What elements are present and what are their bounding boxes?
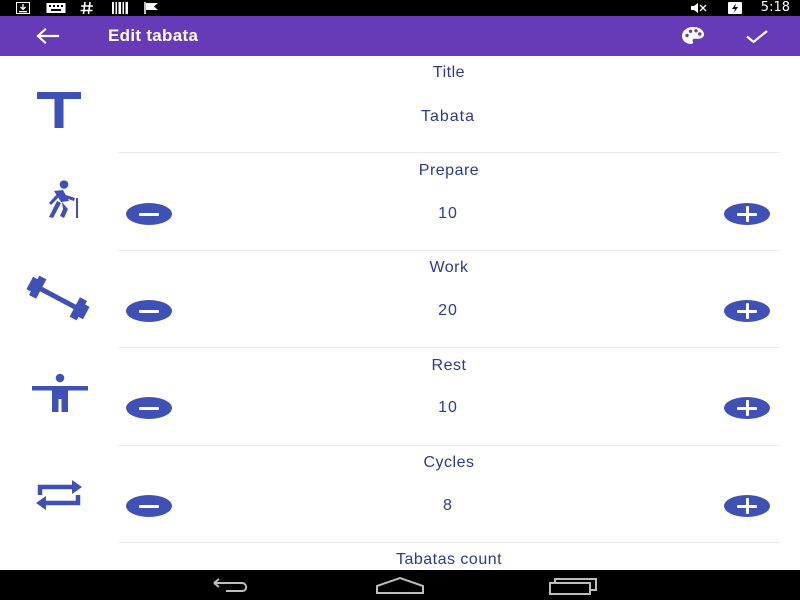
- page-title: Edit tabata: [108, 26, 199, 45]
- repeat-icon: [36, 480, 82, 510]
- rest-value: 10: [438, 399, 458, 416]
- theme-color-button[interactable]: [678, 24, 708, 48]
- plus-icon-vertical: [745, 498, 749, 514]
- cycles-label: Cycles: [423, 454, 475, 471]
- rest-decrease-button[interactable]: [126, 397, 172, 419]
- mute-icon: [691, 3, 707, 13]
- minus-icon: [139, 212, 159, 216]
- prepare-decrease-button[interactable]: [126, 203, 172, 225]
- plus-icon-vertical: [745, 206, 749, 222]
- title-input[interactable]: Tabata: [300, 108, 596, 126]
- download-icon: [16, 2, 30, 14]
- divider: [118, 542, 780, 543]
- back-arrow-icon: [36, 27, 60, 45]
- title-label: Title: [432, 64, 466, 81]
- edit-form: Title Tabata Prepare 10 Work 20 Rest 10 …: [0, 56, 800, 570]
- prepare-label: Prepare: [418, 162, 480, 179]
- system-nav-bar: [0, 570, 800, 600]
- plus-icon-vertical: [745, 400, 749, 416]
- app-bar: Edit tabata: [0, 16, 800, 56]
- home-nav-icon[interactable]: [374, 574, 426, 596]
- rest-label: Rest: [431, 357, 467, 374]
- cycles-value: 8: [443, 497, 453, 514]
- keyboard-icon: [46, 3, 66, 13]
- tabatas-count-label: Tabatas count: [395, 551, 503, 568]
- status-bar: 5:18: [0, 0, 800, 16]
- divider: [118, 347, 780, 348]
- minus-icon: [139, 504, 159, 508]
- divider: [118, 250, 780, 251]
- work-decrease-button[interactable]: [126, 300, 172, 322]
- cycles-increase-button[interactable]: [724, 495, 770, 517]
- recents-nav-icon[interactable]: [546, 574, 600, 596]
- divider: [118, 445, 780, 446]
- palette-icon: [682, 27, 704, 44]
- work-value: 20: [438, 302, 458, 319]
- minus-icon: [139, 406, 159, 410]
- rest-increase-button[interactable]: [724, 397, 770, 419]
- save-button[interactable]: [740, 24, 774, 48]
- work-label: Work: [429, 259, 469, 276]
- work-increase-button[interactable]: [724, 300, 770, 322]
- title-t-icon: [37, 92, 81, 128]
- dumbbell-icon: [26, 275, 90, 321]
- checkmark-icon: [746, 30, 768, 44]
- minus-icon: [139, 309, 159, 313]
- prepare-value: 10: [438, 205, 458, 222]
- back-nav-icon[interactable]: [204, 574, 254, 596]
- battery-charging-icon: [728, 2, 742, 14]
- prepare-increase-button[interactable]: [724, 203, 770, 225]
- cycles-decrease-button[interactable]: [126, 495, 172, 517]
- back-button[interactable]: [28, 22, 68, 50]
- walking-person-icon: [49, 180, 78, 218]
- divider: [118, 152, 780, 153]
- standing-person-icon: [32, 373, 88, 412]
- plus-icon-vertical: [745, 303, 749, 319]
- flag-icon: [144, 2, 158, 14]
- hash-icon: [80, 2, 93, 14]
- barcode-icon: [112, 2, 128, 14]
- status-time: 5:18: [760, 0, 790, 15]
